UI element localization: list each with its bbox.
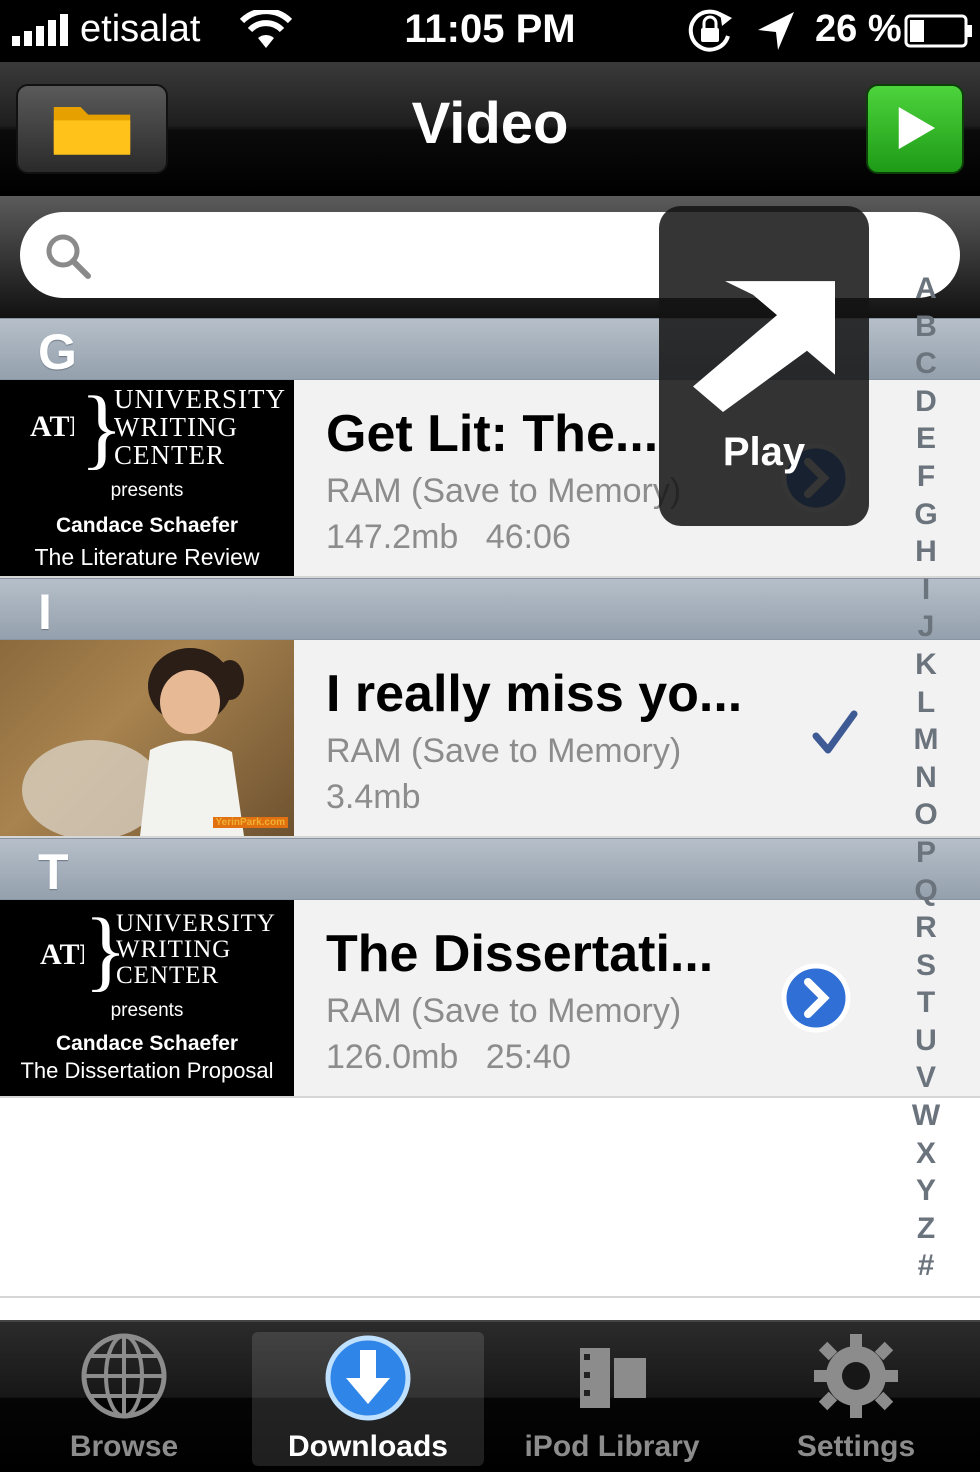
tab-label: Settings: [796, 1430, 916, 1463]
index-letter[interactable]: I: [896, 571, 956, 609]
video-meta: 126.0mb 25:40: [326, 1038, 571, 1077]
list-divider: [0, 1296, 980, 1298]
status-bar: etisalat 11:05 PM 26 %: [0, 0, 980, 62]
thumb-brand-line: CENTER: [116, 962, 220, 989]
video-size: 126.0mb: [326, 1038, 459, 1076]
index-letter[interactable]: F: [896, 458, 956, 496]
navigation-bar: Video: [0, 62, 980, 196]
film-icon: [580, 1348, 646, 1408]
thumb-subtitle: The Literature Review: [34, 544, 260, 570]
index-letter[interactable]: Z: [896, 1210, 956, 1248]
thumb-presenter: Candace Schaefer: [55, 514, 239, 537]
video-meta: 3.4mb: [326, 778, 421, 817]
video-duration: 25:40: [485, 1038, 571, 1076]
section-header-i: I: [0, 578, 980, 640]
search-icon: [46, 234, 91, 279]
play-button[interactable]: [866, 84, 964, 174]
thumb-brand-line: UNIVERSITY: [114, 384, 286, 414]
location-icon: [758, 12, 794, 50]
video-thumbnail: ATM } UNIVERSITY WRITING CENTER presents…: [0, 900, 294, 1096]
page-title: Video: [411, 91, 569, 156]
tamu-logo-icon: ATM: [40, 938, 84, 971]
section-letter: I: [38, 584, 52, 640]
index-letter[interactable]: D: [896, 383, 956, 421]
video-storage: RAM (Save to Memory): [326, 472, 682, 510]
tab-label: Downloads: [287, 1430, 448, 1463]
index-letter[interactable]: G: [896, 496, 956, 534]
rotation-lock-icon: [688, 9, 732, 52]
video-title: The Dissertati...: [326, 925, 714, 983]
index-letter[interactable]: C: [896, 345, 956, 383]
play-tooltip[interactable]: Play: [659, 206, 869, 526]
tab-label: Browse: [69, 1430, 179, 1463]
checkmark-icon: [812, 710, 858, 754]
index-letter[interactable]: H: [896, 533, 956, 571]
index-letter[interactable]: W: [896, 1097, 956, 1135]
video-storage: RAM (Save to Memory): [326, 732, 682, 770]
index-letter[interactable]: #: [896, 1247, 956, 1285]
tab-browse[interactable]: Browse: [8, 1332, 240, 1466]
child-photo-icon: [22, 648, 244, 836]
thumb-presents: presents: [110, 1000, 184, 1021]
video-row-i-really-miss-you[interactable]: YerinPark.com I really miss yo... RAM (S…: [0, 640, 980, 838]
svg-text:ATM: ATM: [40, 938, 84, 971]
globe-icon: [81, 1333, 167, 1419]
index-letter[interactable]: J: [896, 608, 956, 646]
video-size: 3.4mb: [326, 778, 421, 816]
index-letter[interactable]: T: [896, 984, 956, 1022]
index-letter[interactable]: E: [896, 420, 956, 458]
video-title: Get Lit: The...: [326, 405, 659, 463]
video-duration: 46:06: [485, 518, 571, 556]
index-letter[interactable]: U: [896, 1022, 956, 1060]
svg-text:ATM: ATM: [30, 410, 74, 443]
index-letter[interactable]: K: [896, 646, 956, 684]
tab-label: iPod Library: [524, 1430, 700, 1463]
index-letter[interactable]: M: [896, 721, 956, 759]
index-letter[interactable]: P: [896, 834, 956, 872]
play-icon: [898, 107, 936, 150]
video-thumbnail: ATM } UNIVERSITY WRITING CENTER presents…: [0, 380, 294, 576]
tab-downloads[interactable]: Downloads: [252, 1332, 484, 1466]
thumb-brand-line: WRITING: [114, 412, 238, 442]
arrow-up-right-icon: [693, 281, 835, 412]
video-storage: RAM (Save to Memory): [326, 992, 682, 1030]
play-tooltip-label: Play: [722, 430, 806, 474]
index-letter[interactable]: L: [896, 684, 956, 722]
index-letter[interactable]: B: [896, 308, 956, 346]
index-letter[interactable]: V: [896, 1059, 956, 1097]
index-letter[interactable]: R: [896, 909, 956, 947]
section-letter: G: [38, 324, 77, 380]
tab-bar: Browse Downloads iPod Library Settings: [0, 1320, 980, 1472]
index-letter[interactable]: S: [896, 947, 956, 985]
index-letter[interactable]: N: [896, 759, 956, 797]
thumb-presenter: Candace Schaefer: [55, 1032, 239, 1055]
photo-watermark: YerinPark.com: [212, 817, 288, 828]
index-letter[interactable]: A: [896, 270, 956, 308]
thumb-brand-line: UNIVERSITY: [116, 910, 276, 937]
index-letter[interactable]: Q: [896, 872, 956, 910]
tab-settings[interactable]: Settings: [740, 1332, 972, 1466]
index-letter[interactable]: X: [896, 1135, 956, 1173]
gear-icon: [814, 1334, 898, 1418]
section-letter: T: [38, 844, 69, 900]
thumb-presents: presents: [110, 480, 184, 501]
section-header-t: T: [0, 838, 980, 900]
video-row-dissertation[interactable]: ATM } UNIVERSITY WRITING CENTER presents…: [0, 900, 980, 1098]
video-title: I really miss yo...: [326, 665, 743, 723]
tab-ipod-library[interactable]: iPod Library: [496, 1332, 728, 1466]
video-thumbnail: YerinPark.com: [0, 640, 294, 836]
download-icon: [325, 1335, 411, 1421]
section-index[interactable]: A B C D E F G H I J K L M N O P Q R S T U V W X Y Z #: [896, 270, 956, 1282]
index-letter[interactable]: O: [896, 796, 956, 834]
tamu-logo-icon: ATM: [30, 410, 74, 443]
battery-percent: 26 %: [815, 8, 902, 50]
thumb-brand-line: CENTER: [114, 440, 225, 470]
disclosure-button-icon[interactable]: [780, 962, 852, 1034]
thumb-brand-line: WRITING: [116, 936, 232, 963]
thumb-subtitle: The Dissertation Proposal: [20, 1058, 274, 1083]
video-size: 147.2mb: [326, 518, 459, 556]
battery-icon: [904, 14, 972, 48]
video-meta: 147.2mb 46:06: [326, 518, 571, 557]
index-letter[interactable]: Y: [896, 1172, 956, 1210]
